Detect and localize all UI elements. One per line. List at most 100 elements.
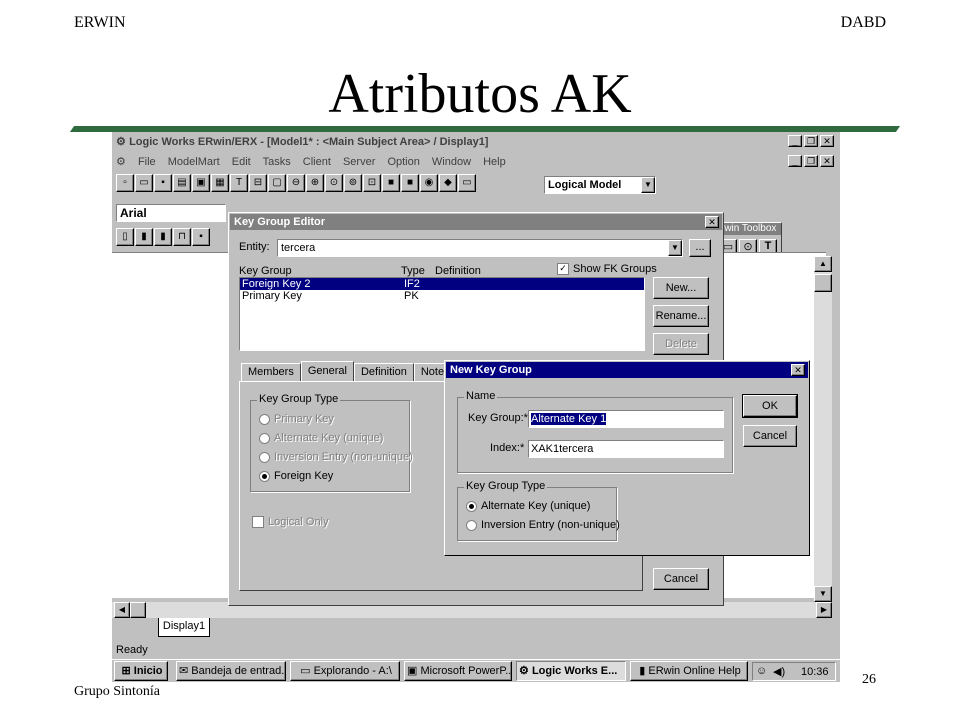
radio-icon bbox=[259, 451, 270, 463]
scroll-up-icon[interactable]: ▲ bbox=[814, 256, 832, 272]
scroll-right-icon[interactable]: ▶ bbox=[816, 602, 832, 618]
show-fk-checkbox[interactable]: ✓ Show FK Groups bbox=[557, 263, 657, 276]
start-button[interactable]: ⊞ Inicio bbox=[114, 661, 168, 681]
rename-button[interactable]: Rename... bbox=[653, 305, 709, 327]
scroll-thumb[interactable] bbox=[814, 274, 832, 292]
display-level2-icon[interactable]: ■ bbox=[401, 174, 419, 192]
new-file-icon[interactable]: ▫ bbox=[116, 174, 134, 192]
menu-edit[interactable]: Edit bbox=[232, 156, 251, 168]
vertical-scrollbar[interactable]: ▲ ▼ bbox=[814, 256, 832, 602]
speaker-icon[interactable]: ◀) bbox=[773, 665, 785, 678]
display-level3-icon[interactable]: ◉ bbox=[420, 174, 438, 192]
scroll-down-icon[interactable]: ▼ bbox=[814, 586, 832, 602]
tab-members[interactable]: Members bbox=[241, 363, 301, 381]
radio-nkg-inversion-entry-label: Inversion Entry (non-unique) bbox=[481, 519, 620, 531]
print-icon[interactable]: ▤ bbox=[173, 174, 191, 192]
task-inbox[interactable]: ✉ Bandeja de entrad... bbox=[176, 661, 286, 681]
column-icon[interactable]: ▮ bbox=[135, 228, 153, 246]
maximize-icon[interactable]: ❐ bbox=[804, 135, 818, 147]
list-item[interactable]: Primary Key PK bbox=[240, 290, 644, 302]
radio-icon bbox=[259, 413, 270, 425]
kge-close-icon[interactable]: ✕ bbox=[705, 216, 719, 228]
radio-foreign-key-label: Foreign Key bbox=[274, 470, 334, 482]
layout-icon[interactable]: ▪ bbox=[192, 228, 210, 246]
note-icon[interactable]: ▢ bbox=[268, 174, 286, 192]
zoom-fit-icon[interactable]: ⊙ bbox=[325, 174, 343, 192]
doc-restore-icon[interactable]: ❐ bbox=[804, 155, 818, 167]
list-item[interactable]: Foreign Key 2 IF2 bbox=[240, 278, 644, 290]
subtype-icon[interactable]: ⊟ bbox=[249, 174, 267, 192]
system-tray: ☺ ◀) 10:36 bbox=[752, 662, 836, 681]
radio-foreign-key[interactable]: Foreign Key bbox=[259, 470, 333, 482]
menu-tasks[interactable]: Tasks bbox=[263, 156, 291, 168]
doc-minimize-icon[interactable]: _ bbox=[788, 155, 802, 167]
task-explorer[interactable]: ▭ Explorando - A:\ bbox=[290, 661, 400, 681]
view-mode-select[interactable]: Logical Model ▼ bbox=[544, 176, 656, 194]
radio-nkg-inversion-entry[interactable]: Inversion Entry (non-unique) bbox=[466, 519, 620, 531]
start-label: Inicio bbox=[133, 665, 163, 677]
entity-label: Entity: bbox=[239, 241, 270, 253]
menu-option[interactable]: Option bbox=[387, 156, 419, 168]
zoom-in-icon[interactable]: ⊕ bbox=[306, 174, 324, 192]
nkg-close-icon[interactable]: ✕ bbox=[791, 364, 805, 376]
tab-display1[interactable]: Display1 bbox=[158, 618, 210, 637]
zoom-out-icon[interactable]: ⊖ bbox=[287, 174, 305, 192]
close-icon[interactable]: ✕ bbox=[820, 135, 834, 147]
chevron-down-icon[interactable]: ▼ bbox=[641, 177, 655, 193]
task-erwin[interactable]: ⚙ Logic Works E... bbox=[516, 661, 626, 681]
tab-definition[interactable]: Definition bbox=[353, 363, 414, 381]
key-group-list[interactable]: Foreign Key 2 IF2 Primary Key PK bbox=[239, 277, 645, 351]
index-input[interactable]: XAK1tercera bbox=[528, 440, 724, 458]
entity-browse-button[interactable]: ... bbox=[689, 239, 711, 257]
mode-icon[interactable]: ▭ bbox=[458, 174, 476, 192]
radio-alternate-key-label: Alternate Key (unique) bbox=[274, 432, 384, 444]
zoom-area-icon[interactable]: ⊚ bbox=[344, 174, 362, 192]
display-level-icon[interactable]: ■ bbox=[382, 174, 400, 192]
logical-only-label: Logical Only bbox=[268, 516, 329, 528]
lock-icon[interactable]: ⊓ bbox=[173, 228, 191, 246]
key-group-label: Key Group:* bbox=[468, 412, 528, 424]
zoom-all-icon[interactable]: ⊡ bbox=[363, 174, 381, 192]
task-powerpoint[interactable]: ▣ Microsoft PowerP... bbox=[404, 661, 512, 681]
menu-modelmart[interactable]: ModelMart bbox=[168, 156, 220, 168]
radio-primary-key[interactable]: Primary Key bbox=[259, 413, 334, 425]
logical-only-checkbox[interactable]: Logical Only bbox=[252, 516, 329, 529]
menu-client[interactable]: Client bbox=[303, 156, 331, 168]
open-folder-icon[interactable]: ▭ bbox=[135, 174, 153, 192]
task-help[interactable]: ▮ ERwin Online Help bbox=[630, 661, 748, 681]
entity-chevron-down-icon[interactable]: ▼ bbox=[668, 240, 682, 256]
colors-icon[interactable]: ◆ bbox=[439, 174, 457, 192]
attribute-icon[interactable]: T bbox=[230, 174, 248, 192]
menu-help[interactable]: Help bbox=[483, 156, 506, 168]
radio-inversion-entry-label: Inversion Entry (non-unique) bbox=[274, 451, 413, 463]
doc-close-icon[interactable]: ✕ bbox=[820, 155, 834, 167]
kge-cancel-button[interactable]: Cancel bbox=[653, 568, 709, 590]
inbox-icon: ✉ bbox=[179, 665, 189, 677]
entity-icon[interactable]: ▦ bbox=[211, 174, 229, 192]
scroll-left-icon[interactable]: ◀ bbox=[114, 602, 130, 618]
entity-select[interactable]: tercera ▼ bbox=[277, 239, 683, 257]
index-icon[interactable]: ▮ bbox=[154, 228, 172, 246]
minimize-icon[interactable]: _ bbox=[788, 135, 802, 147]
ok-button[interactable]: OK bbox=[742, 394, 798, 418]
save-icon[interactable]: ▪ bbox=[154, 174, 172, 192]
checkmark-icon: ✓ bbox=[557, 263, 569, 276]
delete-button[interactable]: Delete bbox=[653, 333, 709, 355]
doc-window-controls: _ ❐ ✕ bbox=[788, 155, 834, 167]
radio-nkg-alternate-key[interactable]: Alternate Key (unique) bbox=[466, 500, 590, 512]
radio-inversion-entry[interactable]: Inversion Entry (non-unique) bbox=[259, 451, 413, 463]
nkg-cancel-button[interactable]: Cancel bbox=[743, 425, 797, 447]
menu-window[interactable]: Window bbox=[432, 156, 471, 168]
font-name-select[interactable]: Arial bbox=[116, 204, 226, 222]
tab-general[interactable]: General bbox=[300, 361, 354, 381]
new-button[interactable]: New... bbox=[653, 277, 709, 299]
checkbox-icon bbox=[252, 516, 264, 529]
report-icon[interactable]: ▣ bbox=[192, 174, 210, 192]
table-icon[interactable]: ▯ bbox=[116, 228, 134, 246]
hscroll-thumb[interactable] bbox=[130, 602, 146, 618]
key-group-input[interactable]: Alternate Key 1 bbox=[528, 410, 724, 428]
menu-server[interactable]: Server bbox=[343, 156, 375, 168]
radio-alternate-key[interactable]: Alternate Key (unique) bbox=[259, 432, 383, 444]
menu-file[interactable]: File bbox=[138, 156, 156, 168]
menu-bar: ⚙ File ModelMart Edit Tasks Client Serve… bbox=[116, 154, 796, 170]
